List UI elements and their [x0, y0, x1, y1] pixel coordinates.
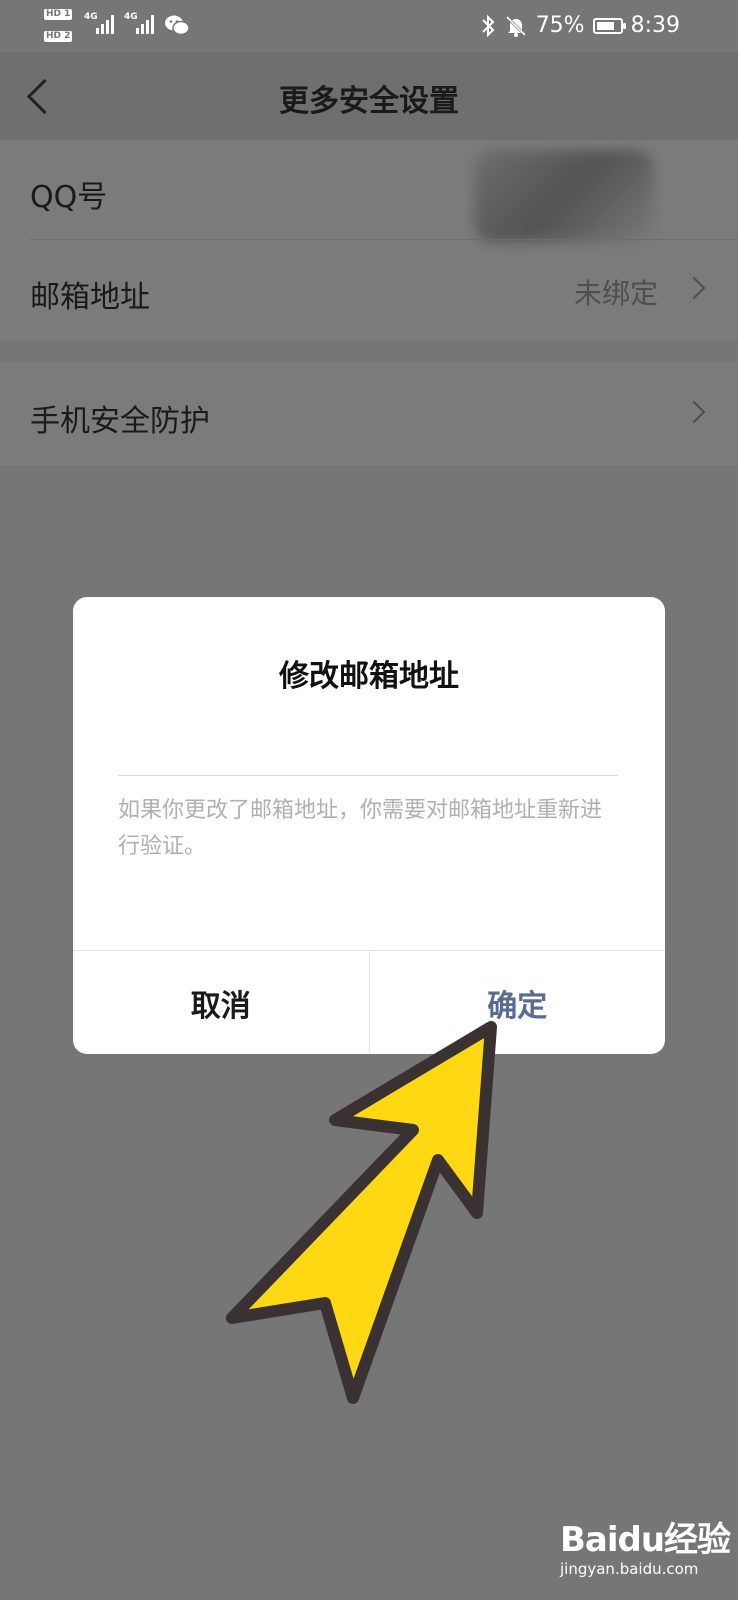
- watermark-site: jingyan.baidu.com: [560, 1560, 699, 1578]
- pointer-arrow-icon: [226, 1021, 497, 1404]
- watermark-brand: Baidu经验: [560, 1520, 731, 1560]
- baidu-watermark: Baidu经验 jingyan.baidu.com: [560, 1512, 731, 1578]
